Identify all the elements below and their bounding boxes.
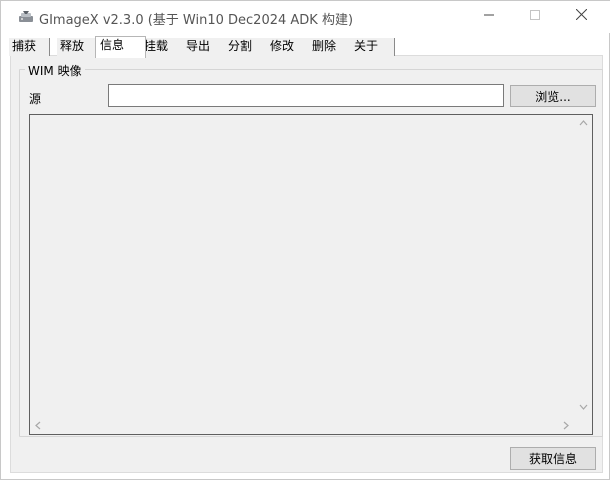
maximize-button[interactable] — [512, 1, 558, 31]
tab-label: 关于 — [354, 39, 379, 53]
tab-mount[interactable]: 挂载 — [141, 38, 185, 56]
gimagex-app-icon — [19, 11, 33, 22]
app-window: GImageX v2.3.0 (基于 Win10 Dec2024 ADK 构建)… — [0, 0, 610, 480]
tab-strip: 捕获 释放 信息 挂载 导出 分割 修改 删除 关于 — [9, 36, 603, 58]
tab-label: 挂载 — [144, 39, 169, 53]
browse-button[interactable]: 浏览... — [510, 85, 596, 107]
close-button[interactable] — [558, 1, 604, 31]
horizontal-scrollbar[interactable] — [30, 417, 575, 434]
tab-split[interactable]: 分割 — [225, 38, 269, 56]
maximize-icon — [530, 9, 540, 23]
vertical-scrollbar[interactable] — [575, 115, 592, 417]
get-info-button[interactable]: 获取信息 — [510, 447, 596, 470]
scroll-right-icon[interactable] — [563, 421, 569, 433]
tab-label: 释放 — [60, 39, 85, 53]
tab-delete[interactable]: 删除 — [309, 38, 353, 56]
scroll-up-icon[interactable] — [579, 120, 588, 129]
source-path-input[interactable] — [108, 84, 504, 107]
tab-capture[interactable]: 捕获 — [9, 38, 50, 56]
close-icon — [575, 8, 587, 23]
tab-export[interactable]: 导出 — [183, 38, 227, 56]
tab-label: 捕获 — [12, 39, 37, 53]
tab-label: 删除 — [312, 39, 337, 53]
info-output-box[interactable] — [29, 114, 593, 435]
minimize-button[interactable] — [466, 1, 512, 31]
tab-modify[interactable]: 修改 — [267, 38, 311, 56]
tab-about[interactable]: 关于 — [351, 38, 395, 56]
scroll-down-icon[interactable] — [579, 404, 588, 413]
tab-label: 修改 — [270, 39, 295, 53]
scrollbar-corner — [575, 417, 592, 434]
group-caption: WIM 映像 — [25, 62, 85, 79]
source-label: 源 — [29, 92, 42, 106]
window-title: GImageX v2.3.0 (基于 Win10 Dec2024 ADK 构建) — [39, 13, 354, 28]
tab-label: 信息 — [100, 38, 125, 52]
tab-label: 导出 — [186, 39, 211, 53]
minimize-icon — [484, 9, 494, 23]
title-bar: GImageX v2.3.0 (基于 Win10 Dec2024 ADK 构建) — [1, 1, 610, 33]
tab-label: 分割 — [228, 39, 253, 53]
scroll-left-icon[interactable] — [35, 421, 41, 433]
tab-info[interactable]: 信息 — [95, 36, 146, 58]
